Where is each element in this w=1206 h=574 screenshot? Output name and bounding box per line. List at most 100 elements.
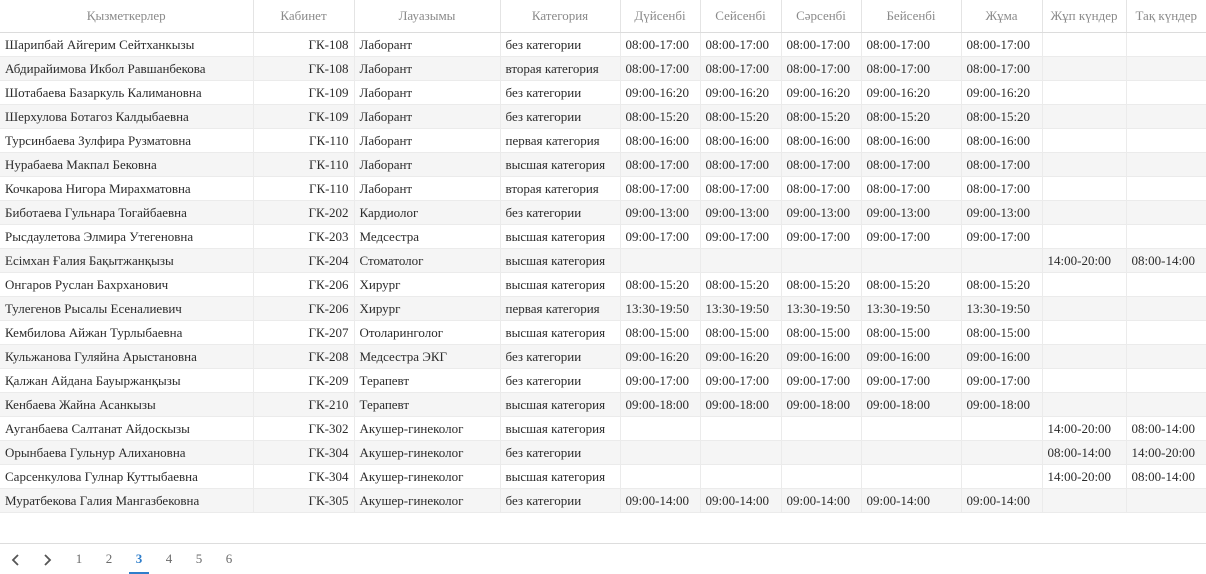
next-page-button[interactable] bbox=[36, 546, 58, 572]
column-header-wednesday[interactable]: Сәрсенбі bbox=[781, 0, 862, 33]
monday-cell: 09:00-16:20 bbox=[620, 344, 701, 369]
category-cell: без категории bbox=[500, 344, 621, 369]
table-row[interactable]: Кембилова Айжан Турлыбаевна ГК-207 Отолари… bbox=[0, 320, 1206, 345]
table-row[interactable]: Шерхулова Ботагоз Калдыбаевна ГК-109 Лабор… bbox=[0, 104, 1206, 129]
position-cell: Отоларинголог bbox=[354, 320, 501, 345]
column-header-monday[interactable]: Дүйсенбі bbox=[620, 0, 701, 33]
employee-name-cell: Шерхулова Ботагоз Калдыбаевна bbox=[0, 104, 254, 129]
table-row[interactable]: Сарсенкулова Гулнар Куттыбаевна ГК-304 Аку… bbox=[0, 464, 1206, 489]
cabinet-cell: ГК-210 bbox=[253, 392, 355, 417]
wednesday-cell: 09:00-18:00 bbox=[781, 392, 862, 417]
column-header-category[interactable]: Категория bbox=[500, 0, 621, 33]
column-header-thursday[interactable]: Бейсенбі bbox=[861, 0, 962, 33]
tuesday-cell: 09:00-17:00 bbox=[700, 368, 782, 393]
cabinet-cell: ГК-304 bbox=[253, 440, 355, 465]
page-link-5[interactable]: 5 bbox=[190, 546, 208, 572]
column-header-even-days[interactable]: Жұп күндер bbox=[1042, 0, 1127, 33]
friday-cell: 09:00-17:00 bbox=[961, 368, 1043, 393]
category-cell: без категории bbox=[500, 80, 621, 105]
thursday-cell: 09:00-17:00 bbox=[861, 368, 962, 393]
monday-cell: 09:00-17:00 bbox=[620, 368, 701, 393]
column-header-tuesday[interactable]: Сейсенбі bbox=[700, 0, 782, 33]
tuesday-cell: 09:00-17:00 bbox=[700, 224, 782, 249]
friday-cell: 08:00-15:00 bbox=[961, 320, 1043, 345]
cabinet-cell: ГК-209 bbox=[253, 368, 355, 393]
table-row[interactable]: Қалжан Айдана Бауыржанқызы ГК-209 Терапевт… bbox=[0, 368, 1206, 393]
column-header-cabinet[interactable]: Кабинет bbox=[253, 0, 355, 33]
prev-page-button[interactable] bbox=[6, 546, 26, 572]
category-cell: высшая категория bbox=[500, 320, 621, 345]
even-days-cell bbox=[1042, 32, 1127, 57]
employee-name-cell: Кембилова Айжан Турлыбаевна bbox=[0, 320, 254, 345]
odd-days-cell bbox=[1126, 344, 1206, 369]
tuesday-cell: 08:00-15:20 bbox=[700, 272, 782, 297]
page-link-3-current[interactable]: 3 bbox=[129, 546, 149, 574]
friday-cell: 08:00-17:00 bbox=[961, 176, 1043, 201]
category-cell: без категории bbox=[500, 488, 621, 513]
table-row[interactable]: Орынбаева Гульнур Алихановна ГК-304 Акушер… bbox=[0, 440, 1206, 465]
position-cell: Терапевт bbox=[354, 368, 501, 393]
table-row[interactable]: Ауганбаева Салтанат Айдоскызы ГК-302 Акуше… bbox=[0, 416, 1206, 441]
monday-cell bbox=[620, 440, 701, 465]
monday-cell: 08:00-15:00 bbox=[620, 320, 701, 345]
position-cell: Лаборант bbox=[354, 32, 501, 57]
employee-name-cell: Сарсенкулова Гулнар Куттыбаевна bbox=[0, 464, 254, 489]
table-row[interactable]: Нурабаева Макпал Бековна ГК-110 Лаборант вы… bbox=[0, 152, 1206, 177]
cabinet-cell: ГК-304 bbox=[253, 464, 355, 489]
employee-name-cell: Муратбекова Галия Мангазбековна bbox=[0, 488, 254, 513]
table-row[interactable]: Шарипбай Айгерим Сейтханкызы ГК-108 Лабора… bbox=[0, 32, 1206, 57]
column-header-employees[interactable]: Қызметкерлер bbox=[0, 0, 254, 33]
position-cell: Медсестра ЭКГ bbox=[354, 344, 501, 369]
table-row[interactable]: Турсинбаева Зулфира Рузматовна ГК-110 Лабо… bbox=[0, 128, 1206, 153]
table-header-row: Қызметкерлер Кабинет Лауазымы Категория … bbox=[0, 0, 1206, 33]
tuesday-cell: 08:00-17:00 bbox=[700, 32, 782, 57]
table-row[interactable]: Кенбаева Жайна Асанкызы ГК-210 Терапевт выс… bbox=[0, 392, 1206, 417]
table-row[interactable]: Шотабаева Базаркуль Калимановна ГК-109 Лаб… bbox=[0, 80, 1206, 105]
odd-days-cell: 08:00-14:00 bbox=[1126, 464, 1206, 489]
column-header-position[interactable]: Лауазымы bbox=[354, 0, 501, 33]
table-row[interactable]: Рысдаулетова Элмира Утегеновна ГК-203 Медс… bbox=[0, 224, 1206, 249]
position-cell: Стоматолог bbox=[354, 248, 501, 273]
column-header-friday[interactable]: Жұма bbox=[961, 0, 1043, 33]
employee-name-cell: Шотабаева Базаркуль Калимановна bbox=[0, 80, 254, 105]
tuesday-cell: 09:00-16:20 bbox=[700, 80, 782, 105]
schedule-table-container: Қызметкерлер Кабинет Лауазымы Категория … bbox=[0, 0, 1206, 513]
table-row[interactable]: Тулегенов Рысалы Есеналиевич ГК-206 Хирург… bbox=[0, 296, 1206, 321]
page-link-4[interactable]: 4 bbox=[160, 546, 178, 572]
thursday-cell: 08:00-17:00 bbox=[861, 32, 962, 57]
even-days-cell bbox=[1042, 80, 1127, 105]
table-row[interactable]: Есімхан Ғалия Бақытжанқызы ГК-204 Стоматол… bbox=[0, 248, 1206, 273]
table-row[interactable]: Онгаров Руслан Бахрханович ГК-206 Хирург вы… bbox=[0, 272, 1206, 297]
column-header-odd-days[interactable]: Тақ күндер bbox=[1126, 0, 1206, 33]
chevron-right-icon bbox=[44, 554, 52, 566]
monday-cell: 09:00-16:20 bbox=[620, 80, 701, 105]
table-row[interactable]: Кульжанова Гуляйна Арыстановна ГК-208 Медс… bbox=[0, 344, 1206, 369]
even-days-cell: 14:00-20:00 bbox=[1042, 464, 1127, 489]
position-cell: Акушер-гинеколог bbox=[354, 464, 501, 489]
table-row[interactable]: Биботаева Гульнара Тогайбаевна ГК-202 Кард… bbox=[0, 200, 1206, 225]
wednesday-cell: 08:00-15:00 bbox=[781, 320, 862, 345]
wednesday-cell: 09:00-13:00 bbox=[781, 200, 862, 225]
page-link-1[interactable]: 1 bbox=[70, 546, 88, 572]
page-link-2[interactable]: 2 bbox=[100, 546, 118, 572]
odd-days-cell bbox=[1126, 368, 1206, 393]
even-days-cell bbox=[1042, 296, 1127, 321]
wednesday-cell: 13:30-19:50 bbox=[781, 296, 862, 321]
category-cell: без категории bbox=[500, 104, 621, 129]
thursday-cell: 09:00-16:20 bbox=[861, 80, 962, 105]
category-cell: высшая категория bbox=[500, 224, 621, 249]
page-link-6[interactable]: 6 bbox=[220, 546, 238, 572]
table-row[interactable]: Кочкарова Нигора Мирахматовна ГК-110 Лабор… bbox=[0, 176, 1206, 201]
odd-days-cell: 08:00-14:00 bbox=[1126, 248, 1206, 273]
category-cell: первая категория bbox=[500, 128, 621, 153]
category-cell: вторая категория bbox=[500, 176, 621, 201]
thursday-cell bbox=[861, 464, 962, 489]
table-row[interactable]: Абдирайимова Икбол Равшанбекова ГК-108 Лаб… bbox=[0, 56, 1206, 81]
wednesday-cell bbox=[781, 248, 862, 273]
odd-days-cell bbox=[1126, 272, 1206, 297]
employee-name-cell: Кульжанова Гуляйна Арыстановна bbox=[0, 344, 254, 369]
monday-cell: 09:00-18:00 bbox=[620, 392, 701, 417]
friday-cell: 08:00-17:00 bbox=[961, 152, 1043, 177]
schedule-table: Қызметкерлер Кабинет Лауазымы Категория … bbox=[0, 0, 1206, 513]
table-row[interactable]: Муратбекова Галия Мангазбековна ГК-305 Аку… bbox=[0, 488, 1206, 513]
